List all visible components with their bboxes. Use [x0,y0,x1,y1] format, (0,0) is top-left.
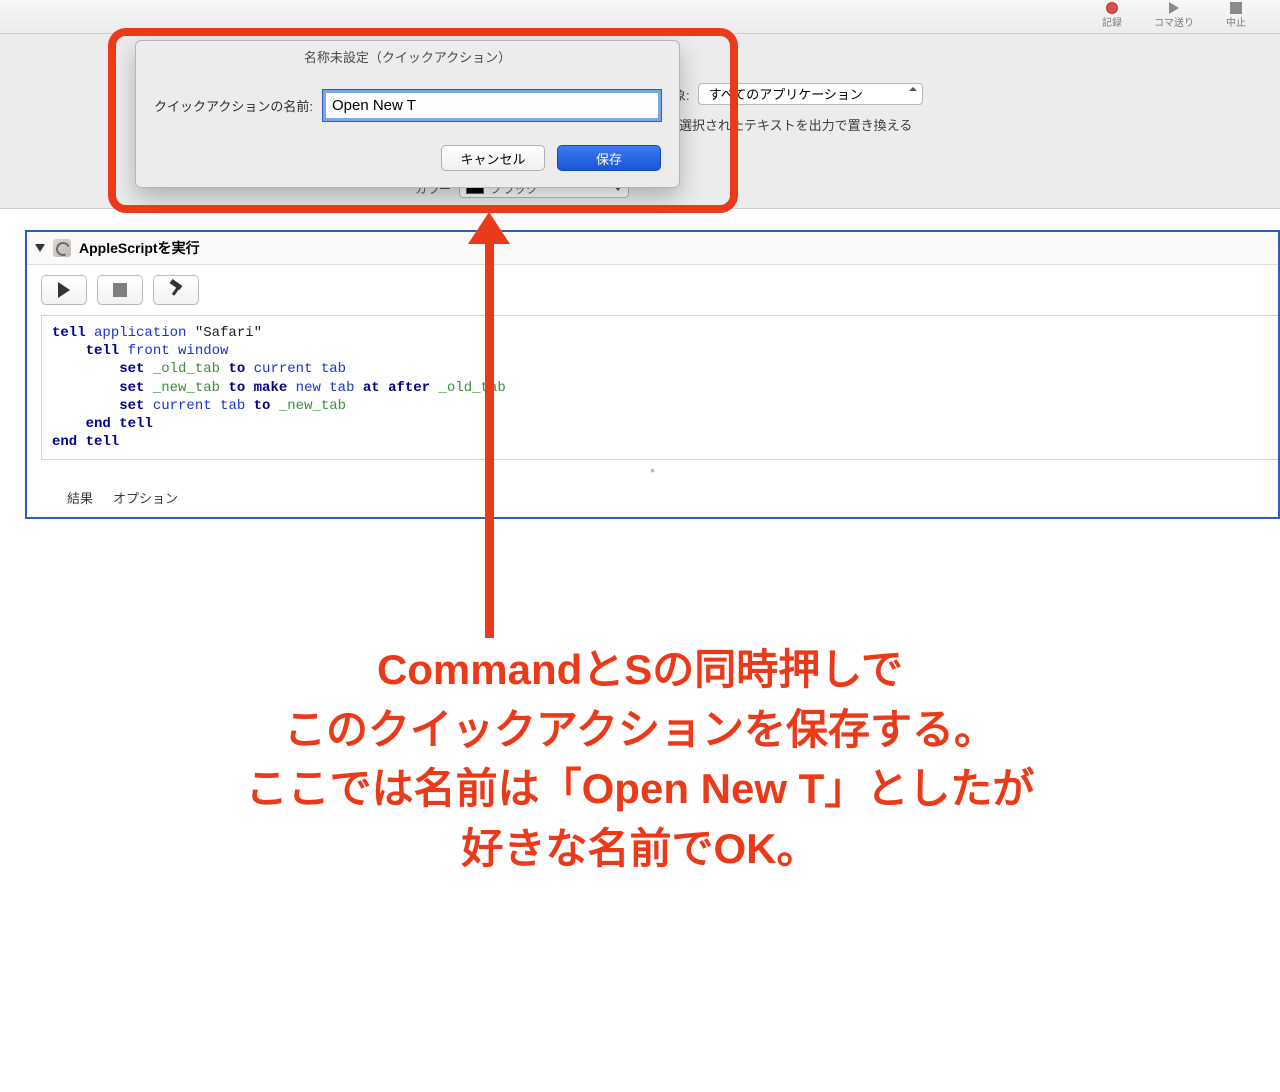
name-field-label: クイックアクションの名前: [154,96,313,115]
dialog-title: 名称未設定（クイックアクション） [136,41,679,72]
stop-script-button[interactable] [97,275,143,305]
step-label: コマ送り [1154,14,1194,29]
compile-script-button[interactable] [153,275,199,305]
cancel-button[interactable]: キャンセル [441,145,545,171]
record-label: 記録 [1102,14,1122,29]
run-script-button[interactable] [41,275,87,305]
stop-icon [113,283,127,297]
name-field[interactable] [323,90,661,121]
applescript-icon [53,239,71,257]
replace-text-label: 選択されたテキストを出力で置き換える [679,115,912,134]
target-select[interactable]: すべてのアプリケーション [698,83,923,105]
action-title: AppleScriptを実行 [79,238,200,258]
applescript-action: AppleScriptを実行 tell application "Safari"… [25,230,1280,519]
record-button[interactable]: 記録 [1088,2,1136,29]
action-footer: 結果 オプション [27,480,1278,517]
play-icon [58,282,70,298]
stop-button[interactable]: 中止 [1212,2,1260,29]
top-toolbar: 記録 コマ送り 中止 [0,0,1280,34]
save-button[interactable]: 保存 [557,145,661,171]
stop-toolbar-icon [1230,2,1242,14]
footer-options-tab[interactable]: オプション [113,488,178,507]
hammer-icon [168,282,184,298]
stop-label: 中止 [1226,14,1246,29]
workflow-options: 対象: すべてのアプリケーション 選択されたテキストを出力で置き換える [660,83,923,144]
resize-handle-icon[interactable]: • [27,460,1278,480]
script-toolbar [27,265,1278,315]
disclosure-triangle-icon[interactable] [35,244,45,252]
step-icon [1169,2,1179,14]
step-button[interactable]: コマ送り [1150,2,1198,29]
record-icon [1106,2,1118,14]
action-header[interactable]: AppleScriptを実行 [27,232,1278,265]
footer-result-tab[interactable]: 結果 [67,488,93,507]
save-dialog: 名称未設定（クイックアクション） クイックアクションの名前: キャンセル 保存 [135,40,680,188]
annotation-text: CommandとSの同時押しで このクイックアクションを保存する。 ここでは名前… [0,640,1280,879]
script-editor[interactable]: tell application "Safari" tell front win… [41,315,1278,460]
